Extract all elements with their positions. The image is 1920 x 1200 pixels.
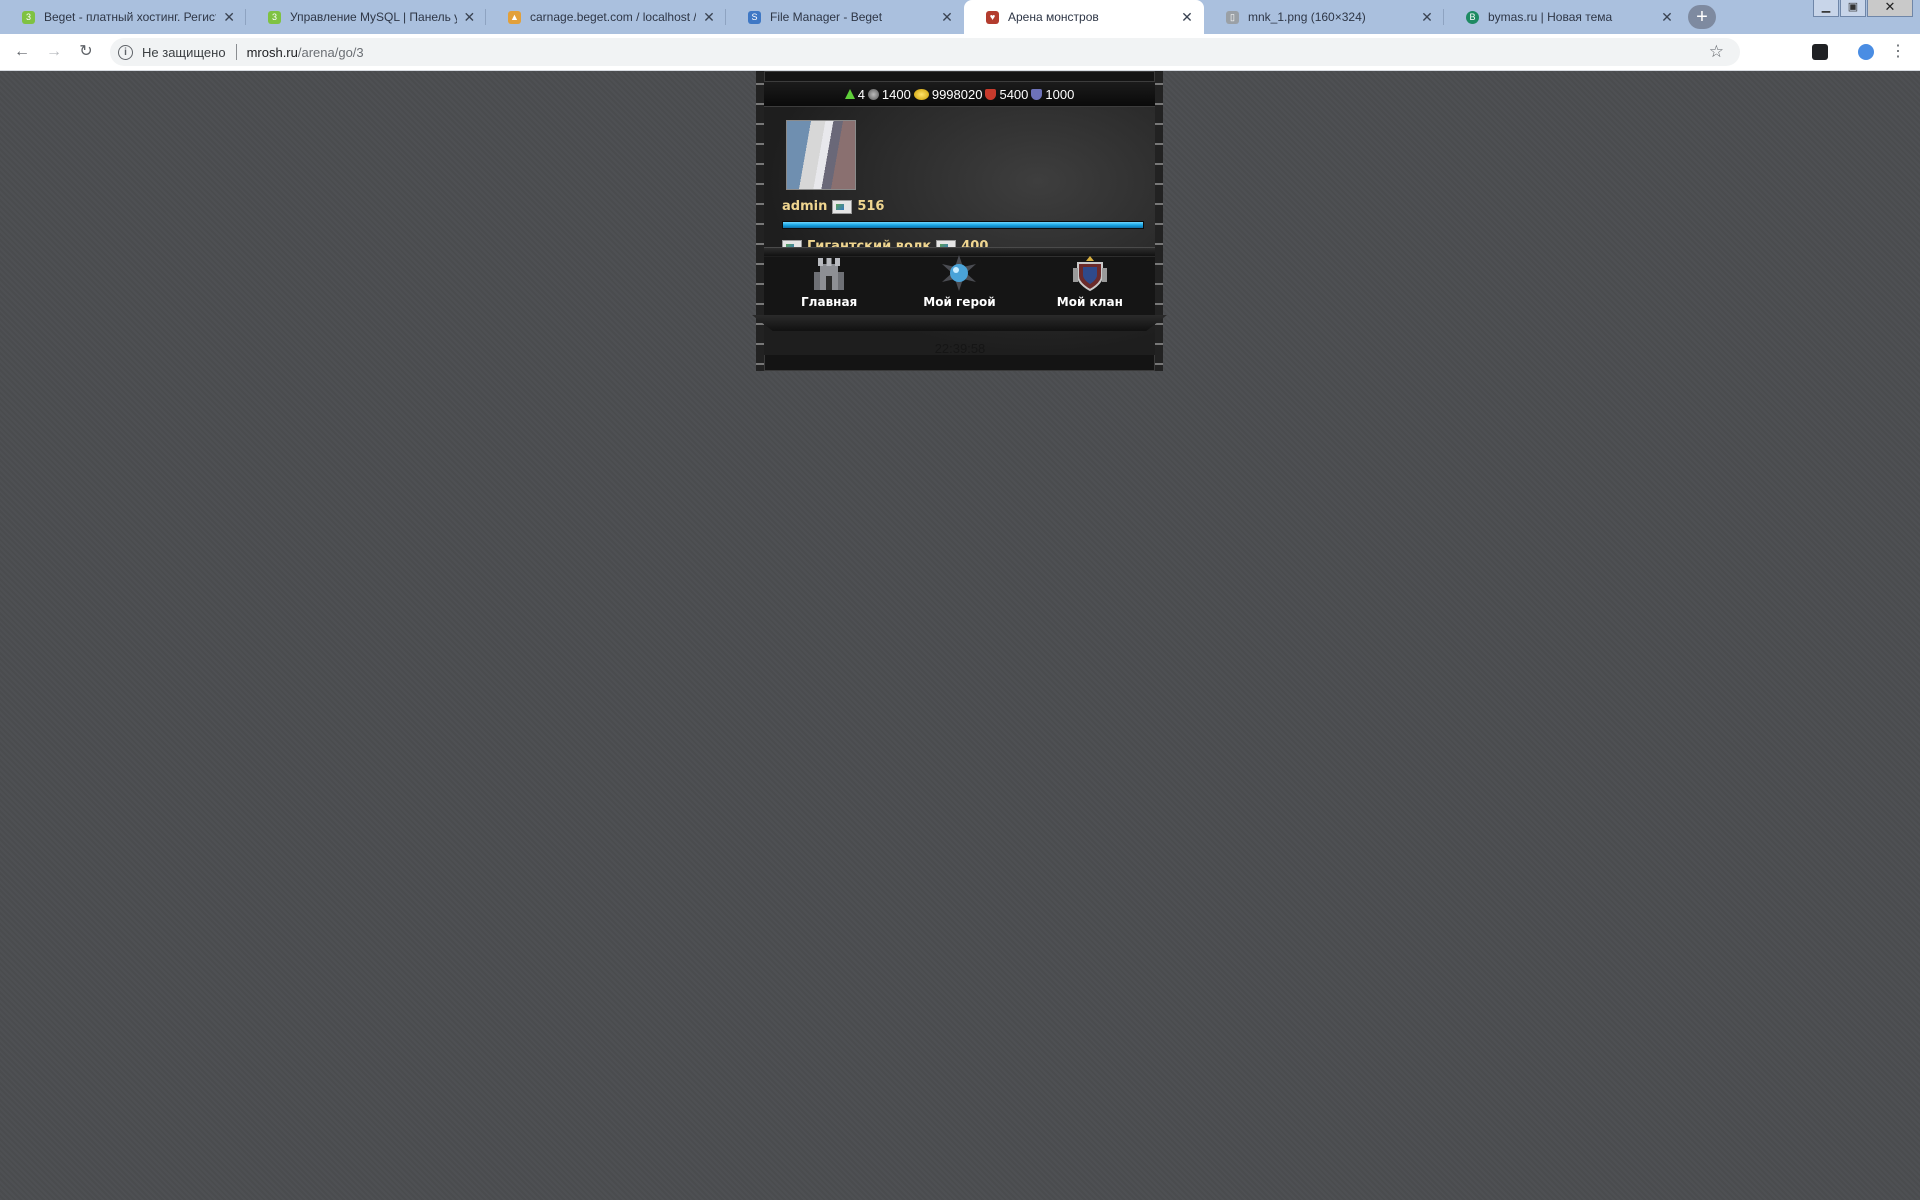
window-controls: ▁ ▣ ✕	[1812, 0, 1913, 18]
player-power: 516	[857, 199, 885, 214]
player-hp-bar	[782, 221, 1144, 229]
player-avatar[interactable]	[786, 120, 856, 190]
frame-rivets-left	[756, 71, 764, 371]
clan-crest-icon	[1072, 256, 1107, 292]
tab-close-icon[interactable]: ✕	[222, 9, 236, 26]
tab-title: Управление MySQL | Панель уп	[290, 10, 457, 24]
tab-title: Beget - платный хостинг. Регист	[44, 10, 217, 24]
arena-favicon-icon: ♥	[986, 10, 999, 24]
bookmark-star-icon[interactable]: ☆	[1709, 42, 1724, 62]
player-hp-fill	[783, 222, 1143, 228]
tab-close-icon[interactable]: ✕	[463, 9, 476, 26]
frame-bottom-plate	[752, 315, 1167, 331]
security-label[interactable]: Не защищено	[142, 45, 226, 60]
browser-tab-phpmyadmin[interactable]: ▲ carnage.beget.com / localhost / ✕	[486, 0, 726, 34]
file-favicon-icon: ▯	[1226, 10, 1239, 24]
tab-close-icon[interactable]: ✕	[1420, 9, 1434, 26]
file-manager-favicon-icon: S	[748, 10, 761, 24]
tab-close-icon[interactable]: ✕	[702, 9, 716, 26]
browser-tab-image[interactable]: ▯ mnk_1.png (160×324) ✕	[1204, 0, 1444, 34]
browser-tab-arena[interactable]: ♥ Арена монстров ✕	[964, 0, 1204, 34]
nav-my-clan[interactable]: Мой клан	[1035, 254, 1145, 315]
url-path[interactable]: /arena/go/3	[298, 45, 364, 60]
info-icon[interactable]: i	[118, 44, 133, 60]
level-value: 4	[857, 86, 865, 102]
beget-favicon-icon: 3	[268, 10, 281, 24]
nav-main[interactable]: Главная	[774, 254, 884, 315]
server-clock: 22:39:58	[934, 341, 986, 356]
window-close-icon[interactable]: ✕	[1867, 0, 1913, 17]
nav-my-hero[interactable]: Мой герой	[904, 254, 1014, 315]
tab-title: Арена монстров	[1008, 10, 1099, 24]
browser-tab-file-manager[interactable]: S File Manager - Beget ✕	[726, 0, 964, 34]
browser-tab-mysql[interactable]: 3 Управление MySQL | Панель уп ✕	[246, 0, 486, 34]
tab-title: File Manager - Beget	[770, 10, 883, 24]
blue-shield-value: 1000	[1045, 86, 1075, 102]
red-shield-icon	[985, 88, 997, 100]
player-rank-icon	[832, 199, 853, 214]
tab-title: carnage.beget.com / localhost /	[530, 10, 697, 24]
tab-close-icon[interactable]: ✕	[1180, 9, 1194, 26]
bymas-favicon-icon: B	[1466, 10, 1479, 24]
stats-bar: 4 1400 9998020 5400 1000	[764, 81, 1155, 107]
game-container: 4 1400 9998020 5400 1000 admin 516 Гиган…	[752, 71, 1167, 387]
address-divider	[235, 44, 237, 60]
reload-icon[interactable]: ↻	[76, 42, 96, 62]
gold-coins-icon	[913, 88, 929, 100]
menu-kebab-icon[interactable]: ⋮	[1888, 42, 1908, 62]
browser-tab-beget[interactable]: 3 Beget - платный хостинг. Регист ✕	[0, 0, 246, 34]
phpmyadmin-favicon-icon: ▲	[508, 10, 521, 24]
address-bar[interactable]: i Не защищено mrosh.ru/arena/go/3 ☆	[110, 38, 1740, 66]
page-content: 4 1400 9998020 5400 1000 admin 516 Гиган…	[0, 71, 1920, 1200]
tab-strip: 3 Beget - платный хостинг. Регист ✕ 3 Уп…	[0, 0, 1920, 34]
minimize-icon[interactable]: ▁	[1813, 0, 1839, 17]
orbs-value: 1400	[881, 86, 911, 102]
red-shield-value: 5400	[999, 86, 1029, 102]
blue-shield-icon	[1031, 88, 1043, 100]
maximize-icon[interactable]: ▣	[1840, 0, 1866, 17]
browser-tab-bymas[interactable]: B bymas.ru | Новая тема ✕	[1444, 0, 1684, 34]
profile-avatar-icon[interactable]	[1858, 44, 1874, 60]
back-arrow-icon[interactable]: ←	[12, 42, 32, 62]
nav-main-label: Главная	[801, 295, 858, 309]
tab-close-icon[interactable]: ✕	[1660, 9, 1674, 26]
url-host[interactable]: mrosh.ru	[247, 45, 298, 60]
nav-my-clan-label: Мой клан	[1056, 295, 1123, 309]
beget-favicon-icon: 3	[22, 10, 35, 24]
level-up-arrow-icon	[844, 89, 855, 99]
player-name[interactable]: admin	[782, 199, 827, 214]
new-tab-button[interactable]: +	[1688, 5, 1716, 29]
orb-icon	[867, 88, 879, 100]
nav-my-hero-label: Мой герой	[923, 295, 996, 309]
tab-close-icon[interactable]: ✕	[940, 9, 954, 26]
extension-icon[interactable]	[1812, 44, 1828, 60]
forward-arrow-icon[interactable]: →	[44, 42, 64, 62]
hero-orb-icon	[942, 255, 977, 291]
browser-toolbar: ← → ↻ i Не защищено mrosh.ru/arena/go/3 …	[0, 34, 1920, 71]
castle-tower-icon	[814, 258, 845, 290]
tab-title: bymas.ru | Новая тема	[1488, 10, 1613, 24]
frame-rivets-right	[1155, 71, 1163, 371]
tab-title: mnk_1.png (160×324)	[1248, 10, 1366, 24]
player-row: admin 516	[782, 199, 884, 214]
game-nav: Главная Мой герой Мой клан	[764, 254, 1155, 315]
gold-value: 9998020	[931, 86, 983, 102]
